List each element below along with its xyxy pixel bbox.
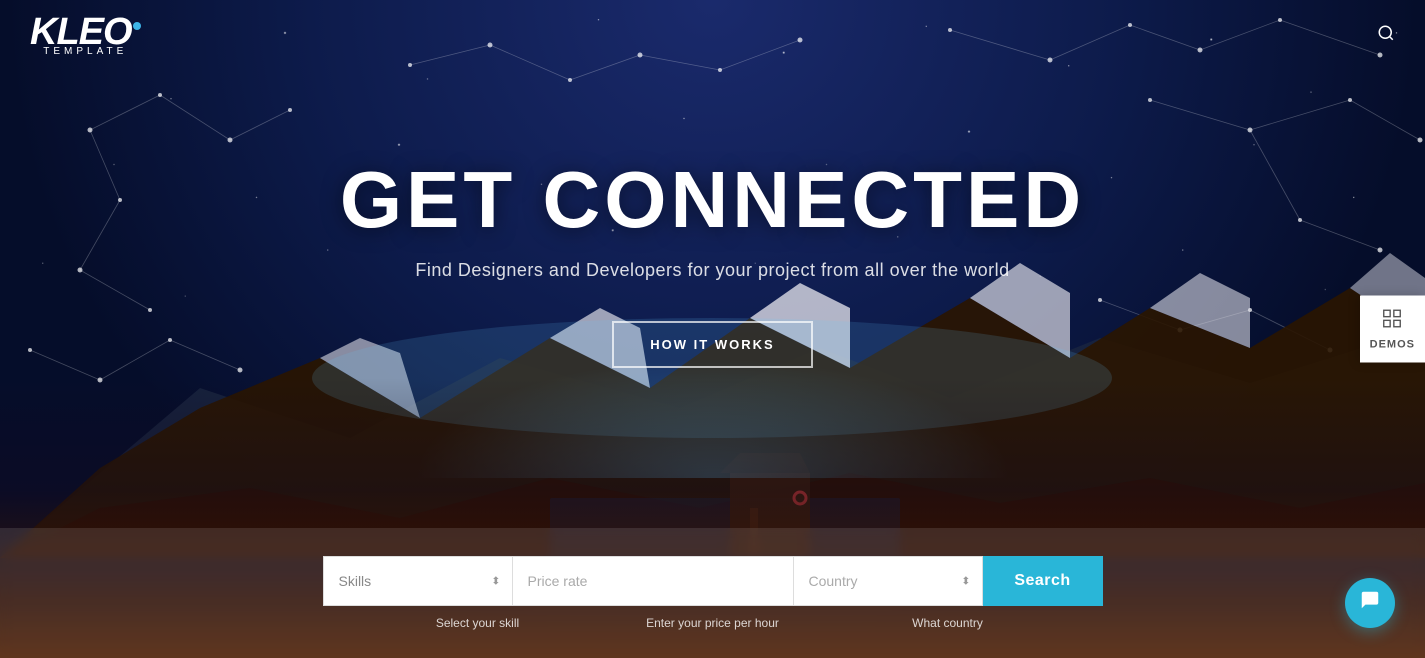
how-it-works-button[interactable]: HOW IT WORKS: [612, 321, 812, 368]
price-input[interactable]: [513, 556, 793, 606]
skills-wrapper: Skills: [323, 556, 513, 606]
search-bar: Skills Country Search Select your skill …: [0, 528, 1425, 658]
hero-subtitle: Find Designers and Developers for your p…: [415, 260, 1009, 281]
search-fields: Skills Country Search: [323, 556, 1103, 606]
skill-label: Select your skill: [383, 616, 573, 630]
country-select[interactable]: Country: [793, 556, 983, 606]
country-wrapper: Country: [793, 556, 983, 606]
hero-section: KLEO TEMPLATE GET CONNECTED Find Designe…: [0, 0, 1425, 658]
logo-dot: [133, 22, 141, 30]
hero-title: GET CONNECTED: [340, 160, 1085, 240]
chat-button[interactable]: [1345, 578, 1395, 628]
demos-tab[interactable]: DEMOS: [1360, 296, 1425, 363]
skills-select[interactable]: Skills: [323, 556, 513, 606]
logo[interactable]: KLEO TEMPLATE: [30, 13, 141, 57]
search-labels: Select your skill Enter your price per h…: [383, 616, 1043, 630]
navbar: KLEO TEMPLATE: [0, 0, 1425, 70]
nav-search-icon[interactable]: [1377, 24, 1395, 47]
country-label: What country: [853, 616, 1043, 630]
demos-icon: [1381, 308, 1403, 335]
search-button[interactable]: Search: [983, 556, 1103, 606]
logo-tagline: TEMPLATE: [30, 46, 141, 57]
chat-icon: [1359, 589, 1381, 617]
hero-content: GET CONNECTED Find Designers and Develop…: [0, 0, 1425, 528]
price-label: Enter your price per hour: [573, 616, 853, 630]
demos-label: DEMOS: [1370, 339, 1415, 351]
